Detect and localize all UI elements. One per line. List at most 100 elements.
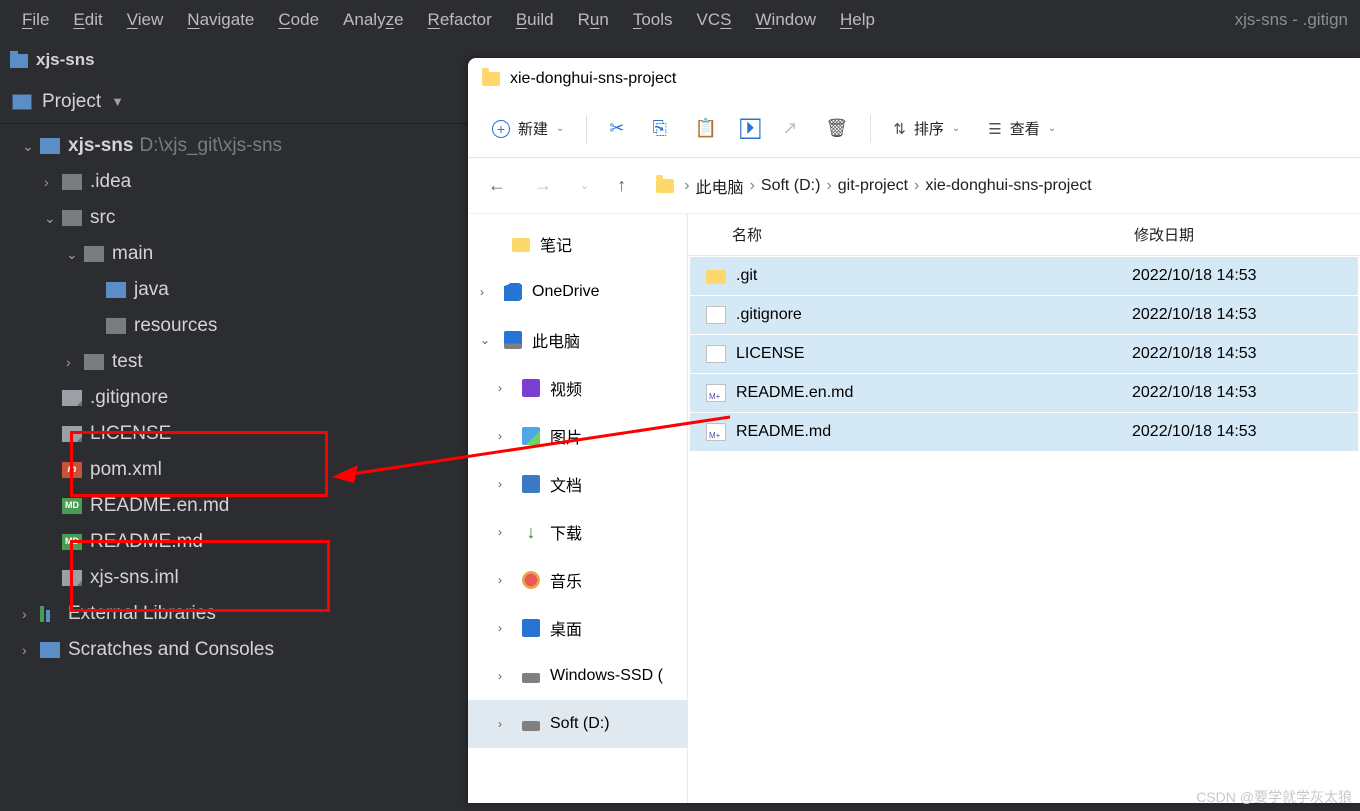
rename-button[interactable]: ⏵⃞ (735, 112, 764, 145)
nav-back[interactable]: ← (482, 171, 512, 200)
file-icon (62, 570, 82, 586)
chevron-down-icon[interactable]: ⌄ (66, 241, 84, 268)
side-downloads[interactable]: ›↓下载 (468, 508, 687, 556)
side-win-ssd[interactable]: ›Windows-SSD ( (468, 652, 687, 700)
side-docs[interactable]: ›文档 (468, 460, 687, 508)
menu-run[interactable]: Run (568, 4, 619, 36)
new-button[interactable]: + 新建 ⌄ (482, 112, 574, 145)
chevron-right-icon[interactable]: › (22, 637, 40, 664)
share-button[interactable]: ↗ (772, 112, 807, 145)
chevron-right-icon[interactable]: › (498, 525, 512, 539)
chevron-right-icon[interactable]: › (498, 381, 512, 395)
crumb-folder-2[interactable]: xie-donghui-sns-project (925, 177, 1091, 195)
music-icon (522, 571, 540, 589)
trash-icon: 🗑 (825, 118, 848, 139)
sort-icon: ⇅ (893, 120, 906, 138)
copy-button[interactable]: ⎘ (643, 112, 677, 145)
chevron-right-icon[interactable]: › (498, 573, 512, 587)
panel-title-group[interactable]: Project ▼ (12, 91, 124, 113)
menu-file[interactable]: File (12, 4, 59, 36)
project-module-icon (10, 54, 28, 68)
side-video[interactable]: ›视频 (468, 364, 687, 412)
menu-navigate[interactable]: Navigate (177, 4, 264, 36)
side-music[interactable]: ›音乐 (468, 556, 687, 604)
nav-chevron[interactable]: ⌄ (574, 175, 595, 196)
file-icon (62, 390, 82, 406)
chevron-down-icon[interactable]: ⌄ (22, 133, 40, 160)
nav-forward[interactable]: → (528, 171, 558, 200)
drive-icon (522, 721, 540, 731)
folder-icon (62, 174, 82, 190)
file-list-header[interactable]: 名称 修改日期 (688, 214, 1360, 256)
resources-folder-icon (106, 318, 126, 334)
markdown-file-icon (706, 423, 726, 441)
side-pc[interactable]: ⌄此电脑 (468, 316, 687, 364)
crumb-drive[interactable]: Soft (D:) (761, 177, 821, 195)
chevron-right-icon[interactable]: › (44, 169, 62, 196)
view-button[interactable]: ☰ 查看 ⌄ (978, 112, 1066, 145)
menu-code[interactable]: Code (268, 4, 329, 36)
crumb-pc[interactable]: 此电脑 (696, 174, 744, 198)
col-date[interactable]: 修改日期 (1134, 224, 1344, 245)
folder-icon (656, 179, 674, 193)
chevron-right-icon[interactable]: › (22, 601, 40, 628)
side-soft-d[interactable]: ›Soft (D:) (468, 700, 687, 748)
file-row-git[interactable]: .git 2022/10/18 14:53 (690, 257, 1358, 295)
explorer-titlebar[interactable]: xie-donghui-sns-project (468, 58, 1360, 100)
libraries-icon (40, 606, 60, 622)
watermark: CSDN @要学就学灰太狼 (1196, 787, 1352, 807)
menu-view[interactable]: View (117, 4, 174, 36)
window-title: xjs-sns - .gitign (1235, 10, 1348, 30)
chevron-right-icon[interactable]: › (498, 621, 512, 635)
share-icon: ↗ (782, 118, 797, 139)
menu-edit[interactable]: Edit (63, 4, 112, 36)
pc-icon (504, 331, 522, 349)
chevron-down-icon[interactable]: ⌄ (44, 205, 62, 232)
chevron-right-icon[interactable]: › (66, 349, 84, 376)
breadcrumb[interactable]: › 此电脑 › Soft (D:) › git-project › xie-do… (656, 174, 1091, 198)
folder-icon (84, 354, 104, 370)
menu-build[interactable]: Build (506, 4, 564, 36)
side-onedrive[interactable]: ›OneDrive (468, 268, 687, 316)
crumb-folder-1[interactable]: git-project (838, 177, 908, 195)
scissors-icon: ✂ (609, 118, 624, 139)
explorer-body: 笔记 ›OneDrive ⌄此电脑 ›视频 ›图片 ›文档 ›↓下载 ›音乐 ›… (468, 214, 1360, 803)
side-desktop[interactable]: ›桌面 (468, 604, 687, 652)
delete-button[interactable]: 🗑 (815, 112, 858, 145)
file-explorer-window: xie-donghui-sns-project + 新建 ⌄ ✂ ⎘ 📋 ⏵⃞ … (468, 58, 1360, 803)
chevron-right-icon[interactable]: › (498, 477, 512, 491)
menu-window[interactable]: Window (746, 4, 826, 36)
explorer-file-list: 名称 修改日期 ⌃ .git 2022/10/18 14:53 .gitigno… (688, 214, 1360, 803)
project-tab-label: xjs-sns (36, 50, 95, 70)
file-icon (706, 345, 726, 363)
col-name[interactable]: 名称 (704, 224, 1134, 245)
side-notes[interactable]: 笔记 (468, 220, 687, 268)
chevron-right-icon[interactable]: › (480, 285, 494, 299)
paste-button[interactable]: 📋 (685, 112, 727, 145)
menu-help[interactable]: Help (830, 4, 885, 36)
file-row-readme-en[interactable]: README.en.md 2022/10/18 14:53 (690, 374, 1358, 412)
download-icon: ↓ (522, 523, 540, 541)
cloud-icon (504, 283, 522, 301)
file-row-license[interactable]: LICENSE 2022/10/18 14:53 (690, 335, 1358, 373)
chevron-right-icon[interactable]: › (498, 429, 512, 443)
folder-icon (62, 210, 82, 226)
cut-button[interactable]: ✂ (599, 112, 634, 145)
view-icon: ☰ (988, 120, 1001, 138)
folder-icon (706, 270, 726, 284)
menu-refactor[interactable]: Refactor (418, 4, 502, 36)
panel-title-text: Project (42, 91, 101, 113)
sort-button[interactable]: ⇅ 排序 ⌄ (883, 112, 970, 145)
file-row-gitignore[interactable]: .gitignore 2022/10/18 14:53 (690, 296, 1358, 334)
side-images[interactable]: ›图片 (468, 412, 687, 460)
file-row-readme[interactable]: README.md 2022/10/18 14:53 (690, 413, 1358, 451)
copy-icon: ⎘ (653, 118, 667, 139)
rename-icon: ⏵⃞ (745, 118, 754, 139)
menu-analyze[interactable]: Analyze (333, 4, 414, 36)
chevron-down-icon[interactable]: ⌄ (480, 333, 494, 347)
menu-vcs[interactable]: VCS (687, 4, 742, 36)
nav-up[interactable]: ↑ (611, 171, 632, 200)
chevron-right-icon[interactable]: › (498, 669, 512, 683)
chevron-right-icon[interactable]: › (498, 717, 512, 731)
menu-tools[interactable]: Tools (623, 4, 683, 36)
